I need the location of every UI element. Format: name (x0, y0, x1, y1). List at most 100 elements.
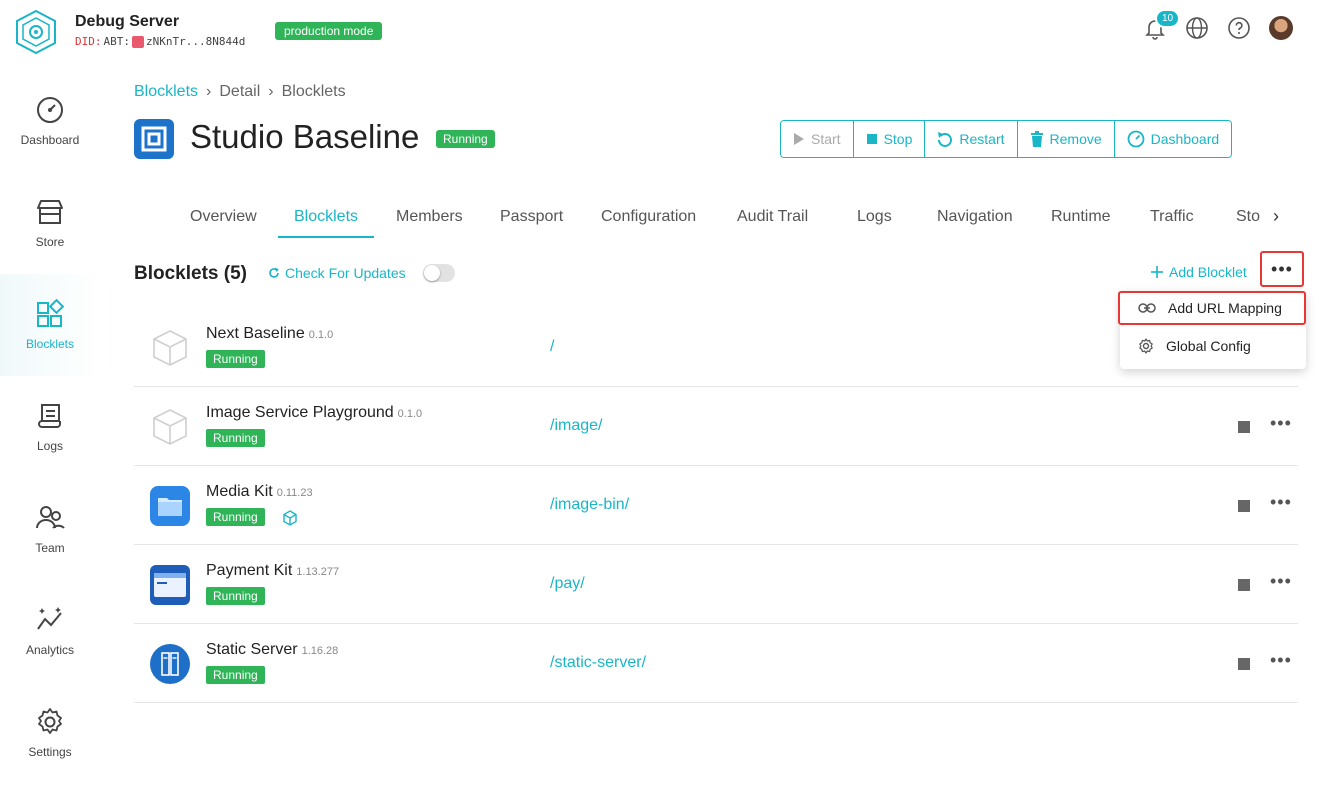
store-icon (37, 200, 63, 224)
stop-button[interactable] (1238, 579, 1250, 591)
globe-icon (1186, 17, 1208, 39)
tab-scroll-right-button[interactable]: › (1273, 206, 1279, 227)
row-more-button[interactable]: ••• (1270, 571, 1292, 592)
payment-icon (150, 565, 190, 605)
sidebar-item-dashboard[interactable]: Dashboard (0, 70, 100, 172)
tab-logs[interactable]: Logs (841, 198, 908, 238)
cube-icon (153, 330, 187, 366)
plus-icon (1151, 266, 1163, 278)
trash-icon (1030, 131, 1043, 147)
remove-button[interactable]: Remove (1017, 121, 1115, 157)
stop-button[interactable] (1238, 658, 1250, 670)
server-logo-icon[interactable] (13, 9, 59, 55)
breadcrumb-detail: Detail (219, 83, 261, 100)
tab-passport[interactable]: Passport (484, 198, 579, 238)
blocklet-path-link[interactable]: /image/ (550, 417, 602, 435)
start-button[interactable]: Start (781, 121, 854, 157)
table-row: Media Kit 0.11.23 Running /image-bin/ ••• (134, 466, 1298, 545)
help-button[interactable] (1227, 16, 1251, 40)
blocklet-path-link[interactable]: /static-server/ (550, 654, 646, 672)
link-icon (1138, 303, 1156, 313)
tab-navigation[interactable]: Navigation (921, 198, 1029, 238)
status-badge: Running (206, 350, 265, 368)
status-badge: Running (206, 429, 265, 447)
restart-button[interactable]: Restart (925, 121, 1018, 157)
blocklet-name[interactable]: Payment Kit 1.13.277 (206, 562, 339, 580)
tab-runtime[interactable]: Runtime (1035, 198, 1127, 238)
sidebar-item-store[interactable]: Store (0, 172, 100, 274)
breadcrumb-current: Blocklets (281, 83, 346, 100)
table-row: Static Server 1.16.28 Running /static-ser… (134, 624, 1298, 703)
tab-audit-trail[interactable]: Audit Trail (721, 198, 824, 238)
tab-configuration[interactable]: Configuration (585, 198, 712, 238)
top-bar: Debug Server DID: ABT: zNKnTr...8N844d p… (0, 0, 1319, 66)
menu-item-add-url-mapping[interactable]: Add URL Mapping (1118, 291, 1306, 325)
users-icon (36, 506, 65, 529)
gauge-icon (1127, 130, 1145, 148)
tab-overview[interactable]: Overview (174, 198, 273, 238)
row-more-button[interactable]: ••• (1270, 650, 1292, 671)
tab-blocklets[interactable]: Blocklets (278, 198, 375, 238)
section-title: Blocklets (5) (134, 263, 247, 284)
page-title: Studio Baseline (190, 118, 420, 155)
action-button-group: Start Stop Restart Remove Dashboard (780, 120, 1233, 158)
blocklet-path-link[interactable]: / (550, 338, 554, 356)
app-icon (134, 119, 174, 159)
table-row: Payment Kit 1.13.277 Running /pay/ ••• (134, 545, 1298, 624)
breadcrumb-blocklets[interactable]: Blocklets (134, 83, 198, 101)
sidebar-item-blocklets[interactable]: Blocklets (0, 274, 100, 376)
check-updates-button[interactable]: Check For Updates (268, 265, 406, 281)
server-name: Debug Server (75, 13, 180, 30)
more-options-button[interactable]: ••• (1260, 251, 1304, 287)
tab-traffic[interactable]: Traffic (1134, 198, 1210, 238)
mode-badge: production mode (275, 22, 383, 40)
refresh-icon (269, 267, 279, 278)
status-badge: Running (206, 666, 265, 684)
gauge-icon (37, 97, 63, 123)
blocklet-path-link[interactable]: /image-bin/ (550, 496, 629, 514)
restart-icon (938, 132, 953, 147)
tab-bar: Overview Blocklets Members Passport Conf… (134, 198, 1298, 240)
sparkline-icon (37, 607, 62, 630)
help-icon (1228, 17, 1250, 39)
sidebar-item-settings[interactable]: Settings (0, 682, 100, 784)
breadcrumb: Blocklets › Detail › Blocklets (134, 83, 346, 101)
blocklet-name[interactable]: Next Baseline 0.1.0 (206, 325, 333, 343)
blocklet-name[interactable]: Media Kit 0.11.23 (206, 483, 313, 501)
menu-item-global-config[interactable]: Global Config (1120, 329, 1306, 363)
blocklet-name[interactable]: Static Server 1.16.28 (206, 641, 338, 659)
component-icon (283, 510, 297, 526)
dashboard-button[interactable]: Dashboard (1114, 121, 1232, 157)
add-blocklet-button[interactable]: Add Blocklet (1151, 264, 1247, 280)
cube-icon (153, 409, 187, 445)
did-avatar-icon (132, 35, 144, 48)
server-icon (150, 644, 190, 684)
row-more-button[interactable]: ••• (1270, 492, 1292, 513)
play-icon (794, 133, 804, 145)
studio-logo-icon (141, 126, 167, 152)
language-button[interactable] (1185, 16, 1209, 40)
did-address[interactable]: DID: ABT: zNKnTr...8N844d (75, 35, 245, 48)
gear-icon (38, 708, 62, 734)
gear-icon (1139, 338, 1153, 354)
status-badge: Running (206, 508, 265, 526)
sidebar-item-team[interactable]: Team (0, 478, 100, 580)
row-more-button[interactable]: ••• (1270, 413, 1292, 434)
auto-update-toggle[interactable] (423, 264, 455, 282)
user-avatar[interactable] (1269, 16, 1293, 40)
sidebar-item-analytics[interactable]: Analytics (0, 580, 100, 682)
tab-members[interactable]: Members (380, 198, 479, 238)
blocks-icon (37, 299, 65, 327)
status-badge: Running (436, 130, 495, 148)
tab-storage[interactable]: Sto (1220, 198, 1270, 238)
stop-button[interactable] (1238, 421, 1250, 433)
stop-button[interactable]: Stop (853, 121, 926, 157)
folder-icon (150, 486, 190, 526)
sidebar-item-logs[interactable]: Logs (0, 376, 100, 478)
blocklet-name[interactable]: Image Service Playground 0.1.0 (206, 404, 422, 422)
stop-button[interactable] (1238, 500, 1250, 512)
more-options-menu: Add URL Mapping Global Config (1118, 291, 1306, 369)
blocklet-path-link[interactable]: /pay/ (550, 575, 585, 593)
notifications-button[interactable]: 10 (1143, 9, 1181, 40)
stop-icon (866, 134, 877, 144)
